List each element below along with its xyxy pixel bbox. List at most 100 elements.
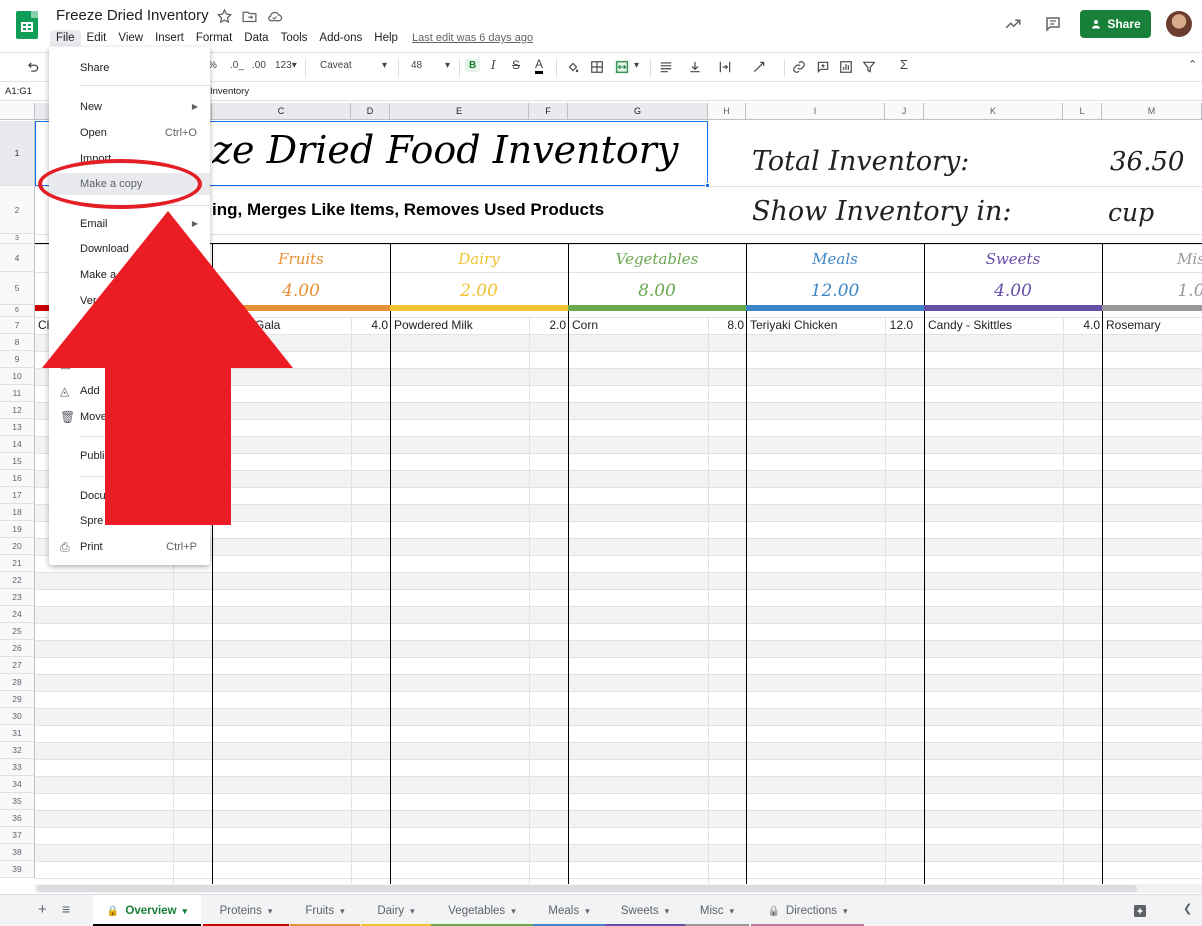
- row-header[interactable]: 25: [0, 623, 35, 640]
- strikethrough-button[interactable]: S: [512, 58, 520, 72]
- sheet-tab-proteins[interactable]: Proteins ▾: [203, 895, 289, 926]
- row-header[interactable]: 29: [0, 691, 35, 708]
- total-inventory-value[interactable]: 36.50: [1110, 147, 1184, 177]
- scroll-tabs-left-icon[interactable]: ❮: [1183, 902, 1192, 915]
- horizontal-scrollbar[interactable]: [35, 884, 1202, 893]
- row-header[interactable]: 5: [0, 272, 35, 305]
- row-header[interactable]: 14: [0, 436, 35, 453]
- row-header[interactable]: 21: [0, 555, 35, 572]
- increase-decimal-button[interactable]: .00: [252, 60, 266, 71]
- row-header[interactable]: 33: [0, 759, 35, 776]
- row-header[interactable]: 35: [0, 793, 35, 810]
- sheet-tab-dairy[interactable]: Dairy ▾: [361, 895, 431, 926]
- meal-qty-cell[interactable]: 12.0: [885, 318, 913, 332]
- borders-icon[interactable]: [590, 60, 604, 74]
- row-header[interactable]: 2: [0, 186, 35, 234]
- column-header-m[interactable]: M: [1102, 103, 1202, 120]
- text-color-button[interactable]: A: [535, 57, 544, 74]
- name-box[interactable]: A1:G1: [5, 86, 32, 97]
- row-header[interactable]: 19: [0, 521, 35, 538]
- formula-input[interactable]: Inventory: [210, 86, 249, 97]
- sheet-tab-vegetables[interactable]: Vegetables ▾: [431, 895, 533, 926]
- chevron-down-icon[interactable]: ▾: [445, 60, 450, 71]
- menu-edit[interactable]: Edit: [81, 30, 113, 46]
- star-icon[interactable]: [216, 8, 233, 25]
- dairy-qty-cell[interactable]: 2.0: [529, 318, 566, 332]
- row-header[interactable]: 13: [0, 419, 35, 436]
- chevron-down-icon[interactable]: ▾: [410, 906, 415, 917]
- row-header[interactable]: 32: [0, 742, 35, 759]
- share-button[interactable]: Share: [1080, 10, 1151, 38]
- font-family-select[interactable]: Caveat: [320, 60, 352, 71]
- row-header[interactable]: 8: [0, 334, 35, 351]
- chevron-down-icon[interactable]: ▾: [634, 60, 639, 71]
- row-header[interactable]: 11: [0, 385, 35, 402]
- row-header[interactable]: 15: [0, 453, 35, 470]
- undo-icon[interactable]: [26, 60, 40, 74]
- fill-color-icon[interactable]: [566, 60, 580, 74]
- sheet-tab-sweets[interactable]: Sweets ▾: [605, 895, 685, 926]
- column-header-k[interactable]: K: [924, 103, 1063, 120]
- merge-cells-icon[interactable]: [614, 60, 630, 74]
- unit-dropdown[interactable]: cup: [1108, 198, 1154, 227]
- column-header-e[interactable]: E: [390, 103, 529, 120]
- chevron-down-icon[interactable]: ▾: [268, 906, 273, 917]
- italic-button[interactable]: I: [491, 58, 496, 72]
- row-header[interactable]: 10: [0, 368, 35, 385]
- insert-chart-icon[interactable]: [839, 60, 853, 74]
- text-rotation-icon[interactable]: [752, 60, 766, 74]
- meal-item-cell[interactable]: Teriyaki Chicken: [750, 318, 837, 332]
- row-header[interactable]: 6: [0, 305, 35, 317]
- row-header[interactable]: 37: [0, 827, 35, 844]
- row-header[interactable]: 27: [0, 657, 35, 674]
- column-header-d[interactable]: D: [351, 103, 390, 120]
- sweet-qty-cell[interactable]: 4.0: [1063, 318, 1100, 332]
- column-header-h[interactable]: H: [708, 103, 746, 120]
- row-header[interactable]: 1: [0, 121, 35, 186]
- functions-icon[interactable]: Σ: [900, 57, 908, 72]
- menu-tools[interactable]: Tools: [275, 30, 314, 46]
- menu-item-share[interactable]: Share: [80, 62, 109, 74]
- menu-format[interactable]: Format: [190, 30, 238, 46]
- text-wrap-icon[interactable]: [718, 60, 732, 74]
- collapse-toolbar-icon[interactable]: ⌃: [1188, 58, 1197, 71]
- row-header[interactable]: 20: [0, 538, 35, 555]
- sheet-tab-directions[interactable]: 🔒 Directions ▾: [751, 895, 864, 926]
- row-header[interactable]: 36: [0, 810, 35, 827]
- filter-icon[interactable]: [862, 60, 876, 74]
- menu-addons[interactable]: Add-ons: [313, 30, 368, 46]
- menu-data[interactable]: Data: [238, 30, 274, 46]
- chevron-down-icon[interactable]: ▾: [843, 906, 848, 917]
- menu-item-print[interactable]: Print: [80, 541, 103, 553]
- cloud-status-icon[interactable]: [266, 8, 283, 25]
- menu-insert[interactable]: Insert: [149, 30, 190, 46]
- row-header[interactable]: 28: [0, 674, 35, 691]
- column-header-j[interactable]: J: [885, 103, 924, 120]
- insert-comment-icon[interactable]: [816, 60, 830, 74]
- menu-file[interactable]: File: [50, 30, 81, 46]
- row-header[interactable]: 39: [0, 861, 35, 878]
- scrollbar-thumb[interactable]: [37, 885, 1137, 892]
- dairy-item-cell[interactable]: Powdered Milk: [394, 318, 473, 332]
- fill-handle[interactable]: [705, 183, 710, 188]
- row-header[interactable]: 9: [0, 351, 35, 368]
- sheet-tab-misc[interactable]: Misc ▾: [685, 895, 749, 926]
- veg-item-cell[interactable]: Corn: [572, 318, 598, 332]
- column-header-c[interactable]: C: [212, 103, 351, 120]
- select-all-corner[interactable]: [0, 103, 35, 120]
- sheets-logo-icon[interactable]: [16, 11, 38, 39]
- row-header[interactable]: 23: [0, 589, 35, 606]
- sheet-tab-meals[interactable]: Meals ▾: [533, 895, 605, 926]
- move-folder-icon[interactable]: [241, 8, 258, 25]
- account-avatar[interactable]: [1166, 11, 1192, 37]
- row-header[interactable]: 4: [0, 244, 35, 272]
- veg-qty-cell[interactable]: 8.0: [706, 318, 744, 332]
- row-header[interactable]: 26: [0, 640, 35, 657]
- chevron-down-icon[interactable]: ▾: [730, 906, 735, 917]
- comments-icon[interactable]: [1040, 11, 1066, 37]
- column-header-f[interactable]: F: [529, 103, 568, 120]
- row-header[interactable]: 18: [0, 504, 35, 521]
- chevron-down-icon[interactable]: ▾: [665, 906, 670, 917]
- row-header[interactable]: 24: [0, 606, 35, 623]
- align-vertical-icon[interactable]: [688, 60, 702, 74]
